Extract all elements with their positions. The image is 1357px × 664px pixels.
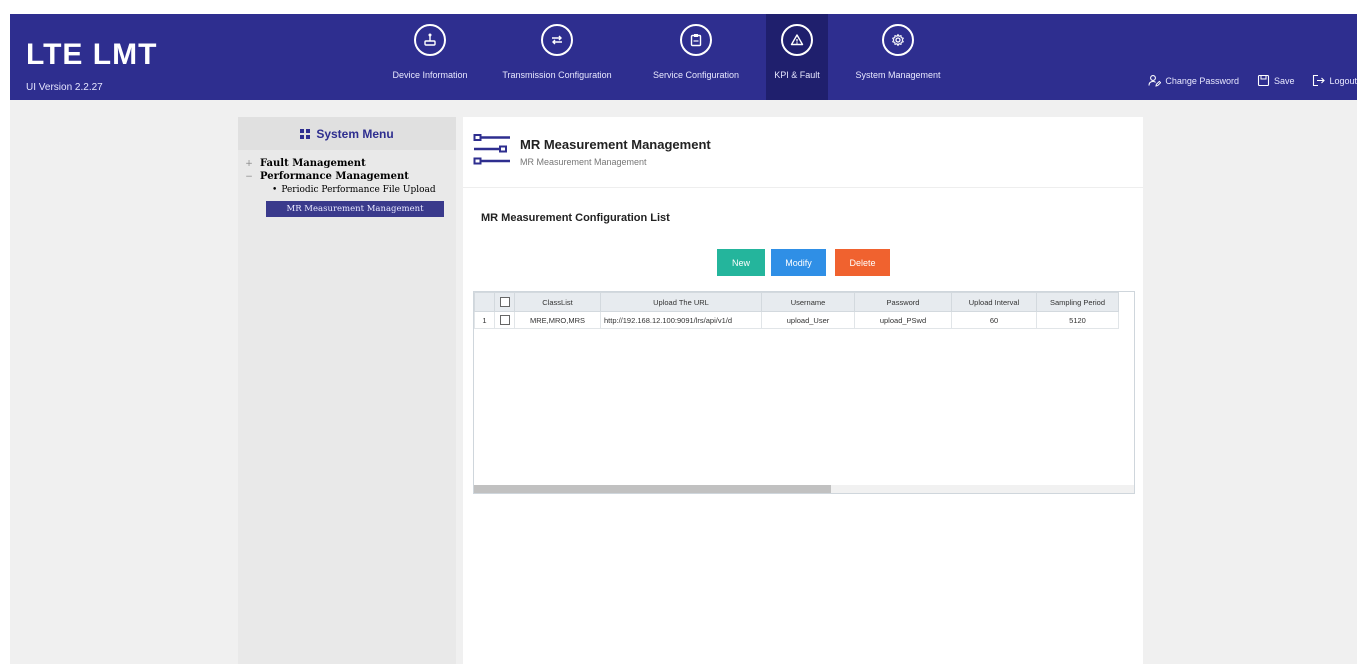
app-version: UI Version 2.2.27 xyxy=(26,82,103,93)
change-password-button[interactable]: Change Password xyxy=(1148,74,1239,87)
sidebar-title-text: System Menu xyxy=(316,126,394,141)
table-cell: 5120 xyxy=(1036,311,1119,329)
row-checkbox[interactable] xyxy=(499,315,510,325)
nav-label: KPI & Fault xyxy=(774,70,820,80)
select-all-header xyxy=(494,292,515,312)
nav-transmission-configuration[interactable]: Transmission Configuration xyxy=(496,14,618,100)
save-button[interactable]: Save xyxy=(1257,74,1295,87)
save-icon xyxy=(1257,74,1270,87)
nav-kpi-fault[interactable]: KPI & Fault xyxy=(766,14,828,100)
tree-item-label: Fault Management xyxy=(260,158,366,169)
clipboard-icon xyxy=(680,24,712,56)
page-subtitle: MR Measurement Management xyxy=(520,157,647,167)
transfer-arrows-icon xyxy=(541,24,573,56)
nav-label: Service Configuration xyxy=(652,70,740,80)
logout-icon xyxy=(1313,74,1326,87)
table-row[interactable]: 1 MRE,MRO,MRS http://192.168.12.100:9091… xyxy=(474,311,1119,329)
tree-item-mr-measurement-management[interactable]: MR Measurement Management xyxy=(266,201,444,217)
nav-label: Transmission Configuration xyxy=(502,70,612,80)
tree-item-performance-management[interactable]: − Performance Management xyxy=(244,170,444,183)
expand-icon[interactable]: + xyxy=(244,159,254,169)
nav-system-management[interactable]: System Management xyxy=(848,14,948,100)
delete-button[interactable]: Delete xyxy=(835,249,890,276)
table-header-row: ClassList Upload The URL Username Passwo… xyxy=(474,292,1119,312)
top-header: LTE LMT UI Version 2.2.27 Device Informa… xyxy=(10,14,1357,100)
row-number-header xyxy=(474,292,495,312)
tree-item-fault-management[interactable]: + Fault Management xyxy=(244,157,444,170)
config-table: ClassList Upload The URL Username Passwo… xyxy=(473,291,1135,494)
column-header[interactable]: ClassList xyxy=(514,292,601,312)
data-grid: ClassList Upload The URL Username Passwo… xyxy=(474,292,1119,329)
nav-label: Device Information xyxy=(392,70,468,80)
list-title: MR Measurement Configuration List xyxy=(481,212,670,224)
logout-button[interactable]: Logout xyxy=(1312,74,1357,87)
grid-menu-icon xyxy=(300,128,311,139)
menu-tree: + Fault Management − Performance Managem… xyxy=(244,157,444,217)
tree-item-label: Periodic Performance File Upload xyxy=(281,184,436,195)
settings-flow-icon xyxy=(473,134,510,165)
device-icon xyxy=(414,24,446,56)
table-cell: upload_User xyxy=(761,311,855,329)
scrollbar-thumb[interactable] xyxy=(474,485,831,493)
row-select-cell xyxy=(494,311,515,329)
page-title: MR Measurement Management xyxy=(520,137,711,152)
modify-button[interactable]: Modify xyxy=(771,249,826,276)
horizontal-scrollbar[interactable] xyxy=(474,485,1134,493)
column-header[interactable]: Password xyxy=(854,292,952,312)
save-label: Save xyxy=(1273,75,1295,86)
nav-label: System Management xyxy=(855,70,941,80)
column-header[interactable]: Upload The URL xyxy=(600,292,762,312)
column-header[interactable]: Upload Interval xyxy=(951,292,1037,312)
select-all-checkbox[interactable] xyxy=(499,297,510,307)
tree-item-label: Performance Management xyxy=(260,171,409,182)
column-header[interactable]: Sampling Period xyxy=(1036,292,1119,312)
nav-device-information[interactable]: Device Information xyxy=(388,14,472,100)
sidebar-title: System Menu xyxy=(238,117,456,150)
warning-triangle-icon xyxy=(781,24,813,56)
page: LTE LMT UI Version 2.2.27 Device Informa… xyxy=(0,0,1357,664)
content-panel: MR Measurement Management MR Measurement… xyxy=(463,117,1143,664)
header-actions: Change Password Save Logout xyxy=(1148,74,1357,87)
logout-label: Logout xyxy=(1329,75,1357,86)
content-header: MR Measurement Management MR Measurement… xyxy=(463,117,1143,188)
collapse-icon[interactable]: − xyxy=(244,172,254,182)
gear-icon xyxy=(882,24,914,56)
table-cell: 60 xyxy=(951,311,1037,329)
bullet-icon: • xyxy=(272,184,278,195)
column-header[interactable]: Username xyxy=(761,292,855,312)
tree-item-periodic-performance-file-upload[interactable]: • Periodic Performance File Upload xyxy=(272,183,444,196)
app-title: LTE LMT xyxy=(26,38,158,71)
table-cell: http://192.168.12.100:9091/lrs/api/v1/d xyxy=(600,311,762,329)
nav-service-configuration[interactable]: Service Configuration xyxy=(646,14,746,100)
change-password-label: Change Password xyxy=(1165,75,1239,86)
table-cell: MRE,MRO,MRS xyxy=(514,311,601,329)
edit-user-icon xyxy=(1148,75,1162,87)
new-button[interactable]: New xyxy=(717,249,765,276)
table-cell: upload_PSwd xyxy=(854,311,952,329)
sidebar: System Menu + Fault Management − Perform… xyxy=(238,117,456,664)
row-number: 1 xyxy=(474,311,495,329)
